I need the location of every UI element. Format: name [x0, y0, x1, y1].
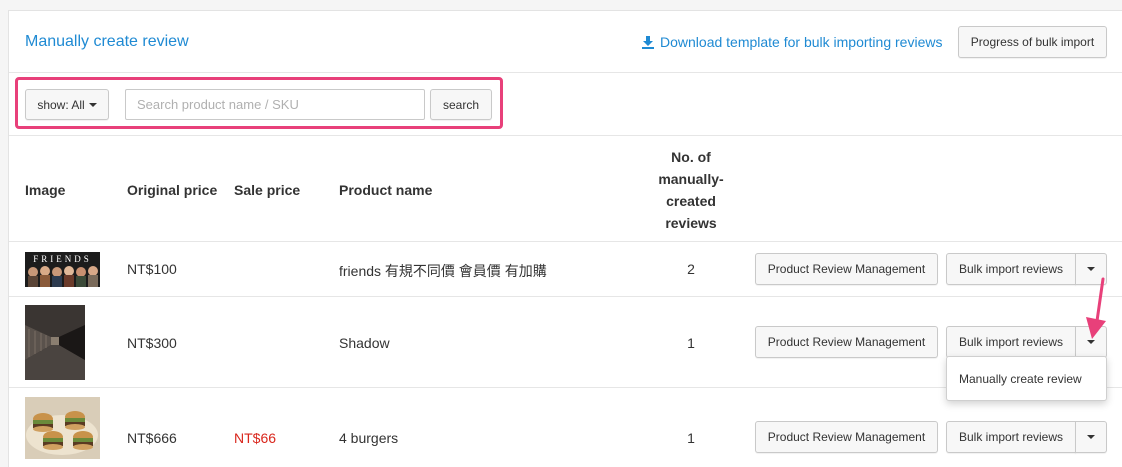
- progress-of-bulk-import-button[interactable]: Progress of bulk import: [958, 26, 1107, 58]
- product-review-management-button[interactable]: Product Review Management: [755, 253, 938, 285]
- table-row: FRIENDS NT$100 friends 有規不同價 會員價 有加購 2 P…: [9, 242, 1122, 297]
- column-header-original-price: Original price: [127, 182, 218, 198]
- filter-row: show: All search: [9, 73, 1122, 136]
- column-header-image: Image: [25, 182, 66, 198]
- caret-down-icon: [1087, 267, 1095, 271]
- svg-text:FRIENDS: FRIENDS: [33, 254, 92, 264]
- manually-create-review-menu-item[interactable]: Manually create review: [959, 372, 1082, 386]
- product-name: Shadow: [339, 335, 390, 351]
- bulk-import-reviews-button[interactable]: Bulk import reviews: [946, 326, 1076, 358]
- original-price: NT$666: [127, 430, 177, 446]
- annotation-arrow-icon: [1086, 277, 1106, 339]
- corridor-thumbnail: [25, 305, 85, 380]
- caret-down-icon: [88, 102, 97, 107]
- bulk-import-reviews-button[interactable]: Bulk import reviews: [946, 253, 1076, 285]
- panel-header: Manually create review Download template…: [9, 11, 1122, 73]
- download-template-label: Download template for bulk importing rev…: [660, 34, 943, 50]
- show-filter-label: show: All: [37, 97, 85, 112]
- bulk-import-dropdown-menu: Manually create review: [946, 356, 1107, 401]
- burgers-thumbnail: [25, 397, 100, 459]
- original-price: NT$100: [127, 261, 177, 277]
- download-template-link[interactable]: Download template for bulk importing rev…: [641, 34, 942, 50]
- column-header-review-count: No. of manually- created reviews: [635, 146, 747, 234]
- column-header-product-name: Product name: [339, 182, 433, 198]
- product-review-management-button[interactable]: Product Review Management: [755, 421, 938, 453]
- bulk-import-dropdown-toggle[interactable]: [1075, 421, 1107, 453]
- review-panel: Manually create review Download template…: [8, 10, 1122, 467]
- search-input[interactable]: [125, 89, 425, 120]
- search-button[interactable]: search: [430, 89, 492, 120]
- review-count: 1: [687, 430, 695, 446]
- product-name: friends 有規不同價 會員價 有加購: [339, 263, 547, 279]
- friends-thumbnail: FRIENDS: [25, 252, 100, 287]
- page-title: Manually create review: [25, 33, 189, 50]
- original-price: NT$300: [127, 335, 177, 351]
- column-header-review-count-line: manually-: [658, 171, 724, 187]
- sale-price: NT$66: [234, 430, 277, 446]
- column-header-review-count-line: created: [666, 193, 716, 209]
- bulk-import-reviews-button[interactable]: Bulk import reviews: [946, 421, 1076, 453]
- review-count: 2: [687, 261, 695, 277]
- table-header: Image Original price Sale price Product …: [9, 136, 1122, 242]
- product-name: 4 burgers: [339, 430, 399, 446]
- column-header-review-count-line: No. of: [671, 149, 711, 165]
- review-count: 1: [687, 335, 695, 351]
- show-filter-dropdown[interactable]: show: All: [25, 89, 109, 120]
- column-header-review-count-line: reviews: [665, 215, 717, 231]
- caret-down-icon: [1087, 435, 1095, 439]
- product-review-management-button[interactable]: Product Review Management: [755, 326, 938, 358]
- download-icon: [642, 36, 654, 49]
- column-header-sale-price: Sale price: [234, 182, 301, 198]
